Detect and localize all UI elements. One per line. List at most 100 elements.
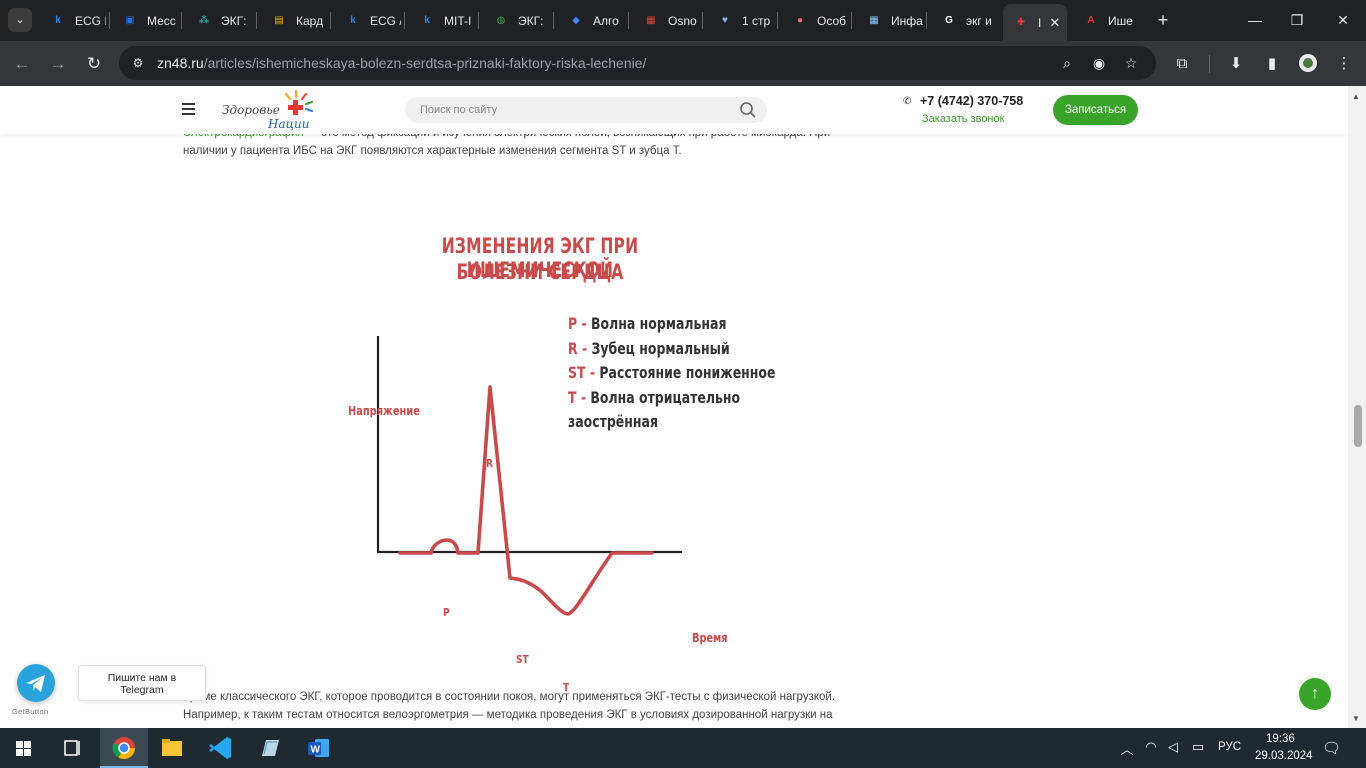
volume-icon[interactable]: ◁ — [1164, 739, 1182, 755]
profile-avatar[interactable] — [1297, 53, 1319, 75]
tray-overflow-chevron-icon[interactable]: ︿ — [1118, 739, 1136, 758]
browser-tab[interactable]: ⁂ ЭКГ: — [186, 0, 253, 41]
legend-key: ST - — [568, 363, 596, 382]
taskbar-vscode[interactable] — [197, 728, 245, 768]
k-letter-icon: k — [55, 14, 61, 26]
extensions-icon[interactable]: ⧉ — [1171, 53, 1193, 75]
browser-tab[interactable]: ♥ 1 стр — [707, 0, 774, 41]
taskbar-word[interactable]: W — [295, 728, 343, 768]
reload-button[interactable]: ↻ — [82, 52, 106, 76]
browser-tab[interactable]: ● Особ — [782, 0, 848, 41]
k-letter-icon: k — [424, 14, 430, 26]
r-wave-label: R — [486, 457, 493, 470]
logo-text-primary: Здоровье — [222, 103, 280, 117]
telegram-icon — [26, 675, 45, 692]
minimize-button[interactable]: — — [1244, 10, 1266, 30]
new-tab-button[interactable]: + — [1152, 9, 1174, 31]
article-paragraph-stress-tests: Кроме классического ЭКГ, которое проводи… — [183, 688, 908, 724]
browser-tab[interactable]: k ECG I — [40, 0, 106, 41]
notifications-icon[interactable]: 🗨︎ — [1322, 739, 1341, 757]
start-button[interactable] — [0, 728, 48, 768]
browser-tab[interactable]: ▤ Кард — [261, 0, 327, 41]
search-icon[interactable] — [739, 101, 757, 119]
site-logo[interactable]: Здоровье Нации — [222, 89, 318, 131]
tab-separator — [553, 12, 554, 29]
taskbar-explorer[interactable] — [148, 728, 196, 768]
downloads-icon[interactable]: ⬇ — [1225, 53, 1247, 75]
tab-title: ECG I — [75, 13, 106, 28]
windows-logo-icon — [16, 741, 31, 756]
scroll-to-top-button[interactable]: ↑ — [1299, 678, 1331, 710]
site-info-icon[interactable]: ⚙ — [129, 54, 147, 72]
clock-date[interactable]: 29.03.2024 — [1255, 750, 1313, 762]
browser-tab[interactable]: k ECG / — [335, 0, 401, 41]
bookmark-star-icon[interactable]: ☆ — [1122, 54, 1140, 72]
browser-tab[interactable]: ◆ Алго — [558, 0, 625, 41]
scrollbar-thumb[interactable] — [1354, 405, 1362, 447]
close-tab-icon[interactable]: ✕ — [1049, 15, 1060, 31]
svg-text:W: W — [311, 745, 321, 756]
task-view-button[interactable] — [48, 728, 96, 768]
address-bar[interactable]: ⚙ zn48.ru/articles/ishemicheskaya-bolezn… — [119, 46, 1156, 80]
browser-tab[interactable]: A Ише — [1073, 0, 1141, 41]
network-icon[interactable]: ◠ — [1142, 739, 1160, 755]
tab-title: Инфа — [891, 13, 923, 28]
tracking-eye-off-icon[interactable]: ◉ — [1090, 54, 1108, 72]
chrome-icon — [112, 737, 135, 759]
browser-tab[interactable]: ▦ Osno — [633, 0, 699, 41]
sun-cross-icon: ✚ — [1016, 16, 1026, 28]
site-search-input[interactable]: Поиск по сайту — [405, 97, 767, 123]
legend-row: заострённая — [568, 412, 740, 437]
browser-tab[interactable]: Gэкг и — [931, 0, 995, 41]
url-text[interactable]: zn48.ru/articles/ishemicheskaya-bolezn-s… — [157, 55, 646, 71]
signup-button[interactable]: Записаться — [1053, 95, 1138, 125]
page-scrollbar[interactable]: ▲ ▼ — [1348, 86, 1366, 728]
page-viewport: Здоровье Нации Поиск по сайту ✆ +7 (4742… — [0, 86, 1348, 728]
tab-title: MIT-I — [444, 13, 472, 28]
tab-search-button[interactable]: ⌄ — [8, 8, 32, 32]
tab-title: I — [1038, 15, 1042, 30]
legend-text: заострённая — [568, 412, 658, 431]
taskbar-notes-app[interactable] — [246, 728, 294, 768]
windows-taskbar: W ︿ ◠ ◁ ▭ РУС 19:36 29.03.2024 🗨︎ — [0, 728, 1366, 768]
browser-tab[interactable]: ▦ Инфа — [856, 0, 923, 41]
tab-separator — [702, 12, 703, 29]
hamburger-menu-icon[interactable] — [182, 103, 195, 115]
phone-number[interactable]: +7 (4742) 370-758 — [920, 94, 1023, 108]
tab-title: 1 стр — [742, 13, 771, 28]
browser-toolbar: ← → ↻ ⚙ zn48.ru/articles/ishemicheskaya-… — [0, 41, 1366, 86]
k-letter-icon: k — [350, 14, 356, 26]
close-window-button[interactable]: ✕ — [1332, 10, 1354, 30]
browser-tab[interactable]: ▣ Месс — [112, 0, 178, 41]
tab-title: Алго — [593, 13, 619, 28]
telegram-chat-button[interactable] — [17, 664, 55, 702]
legend-key: P - — [568, 314, 587, 333]
logo-text-secondary: Нации — [268, 117, 310, 131]
browser-tab[interactable]: ✚ I ✕ — [1003, 4, 1067, 41]
paragraph-text-line1: Кроме классического ЭКГ, которое проводи… — [183, 691, 836, 703]
taskbar-chrome[interactable] — [100, 728, 148, 768]
back-button[interactable]: ← — [10, 52, 34, 76]
scroll-up-arrow-icon[interactable]: ▲ — [1352, 92, 1360, 101]
heart-icon: ♥ — [722, 14, 728, 26]
menu-kebab-icon[interactable]: ⋮ — [1333, 53, 1355, 75]
side-panel-icon[interactable]: ▮ — [1261, 53, 1283, 75]
tab-title: Особ — [817, 13, 847, 28]
tab-separator — [109, 12, 110, 29]
browser-tab[interactable]: k MIT-I — [409, 0, 475, 41]
restore-button[interactable]: ❐ — [1286, 10, 1308, 30]
clock-time[interactable]: 19:36 — [1266, 733, 1295, 745]
callback-link[interactable]: Заказать звонок — [922, 113, 1004, 125]
getbutton-brand[interactable]: GetButton — [12, 707, 48, 716]
zoom-icon[interactable]: ⌕ — [1058, 54, 1076, 72]
scroll-down-arrow-icon[interactable]: ▼ — [1352, 714, 1360, 723]
x-axis-label: Время — [692, 631, 728, 645]
battery-icon[interactable]: ▭ — [1189, 739, 1207, 755]
toolbar-divider — [1209, 55, 1210, 73]
browser-tab[interactable]: ◍ ЭКГ: — [483, 0, 550, 41]
paragraph-text-line2: Например, к таким тестам относится велоэ… — [183, 709, 833, 721]
input-language-indicator[interactable]: РУС — [1218, 741, 1241, 753]
telegram-tooltip[interactable]: Пишите нам в Telegram — [78, 665, 206, 701]
forward-button[interactable]: → — [46, 52, 70, 76]
folder-icon — [162, 739, 182, 756]
